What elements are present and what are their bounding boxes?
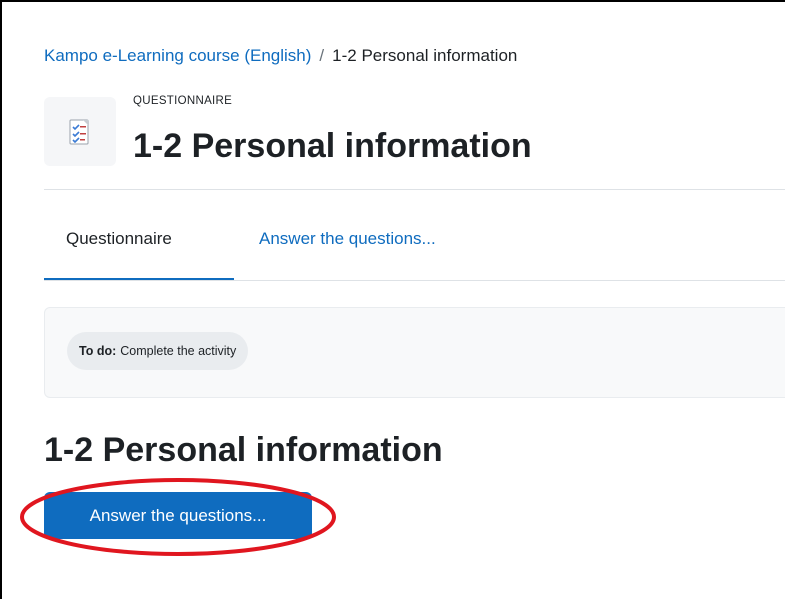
breadcrumb-separator: /	[319, 46, 325, 65]
tab-answer-the-questions[interactable]: Answer the questions...	[259, 228, 436, 250]
tabs-divider	[44, 280, 785, 281]
answer-the-questions-button[interactable]: Answer the questions...	[44, 492, 312, 539]
page-title: 1-2 Personal information	[133, 127, 532, 165]
breadcrumb: Kampo e-Learning course (English) / 1-2 Pe…	[44, 45, 517, 67]
tab-questionnaire[interactable]: Questionnaire	[66, 228, 172, 250]
content-title: 1-2 Personal information	[44, 431, 443, 469]
completion-badge: To do: Complete the activity	[67, 332, 249, 370]
activity-information-panel: To do: Complete the activity	[44, 307, 785, 398]
todo-label: To do:	[79, 344, 117, 358]
module-type-label: QUESTIONNAIRE	[133, 95, 233, 107]
breadcrumb-current: 1-2 Personal information	[332, 46, 518, 65]
questionnaire-icon	[44, 97, 116, 166]
secondary-navigation: Questionnaire Answer the questions...	[44, 190, 785, 281]
todo-text: Complete the activity	[120, 344, 237, 358]
breadcrumb-course-link[interactable]: Kampo e-Learning course (English)	[44, 46, 311, 65]
